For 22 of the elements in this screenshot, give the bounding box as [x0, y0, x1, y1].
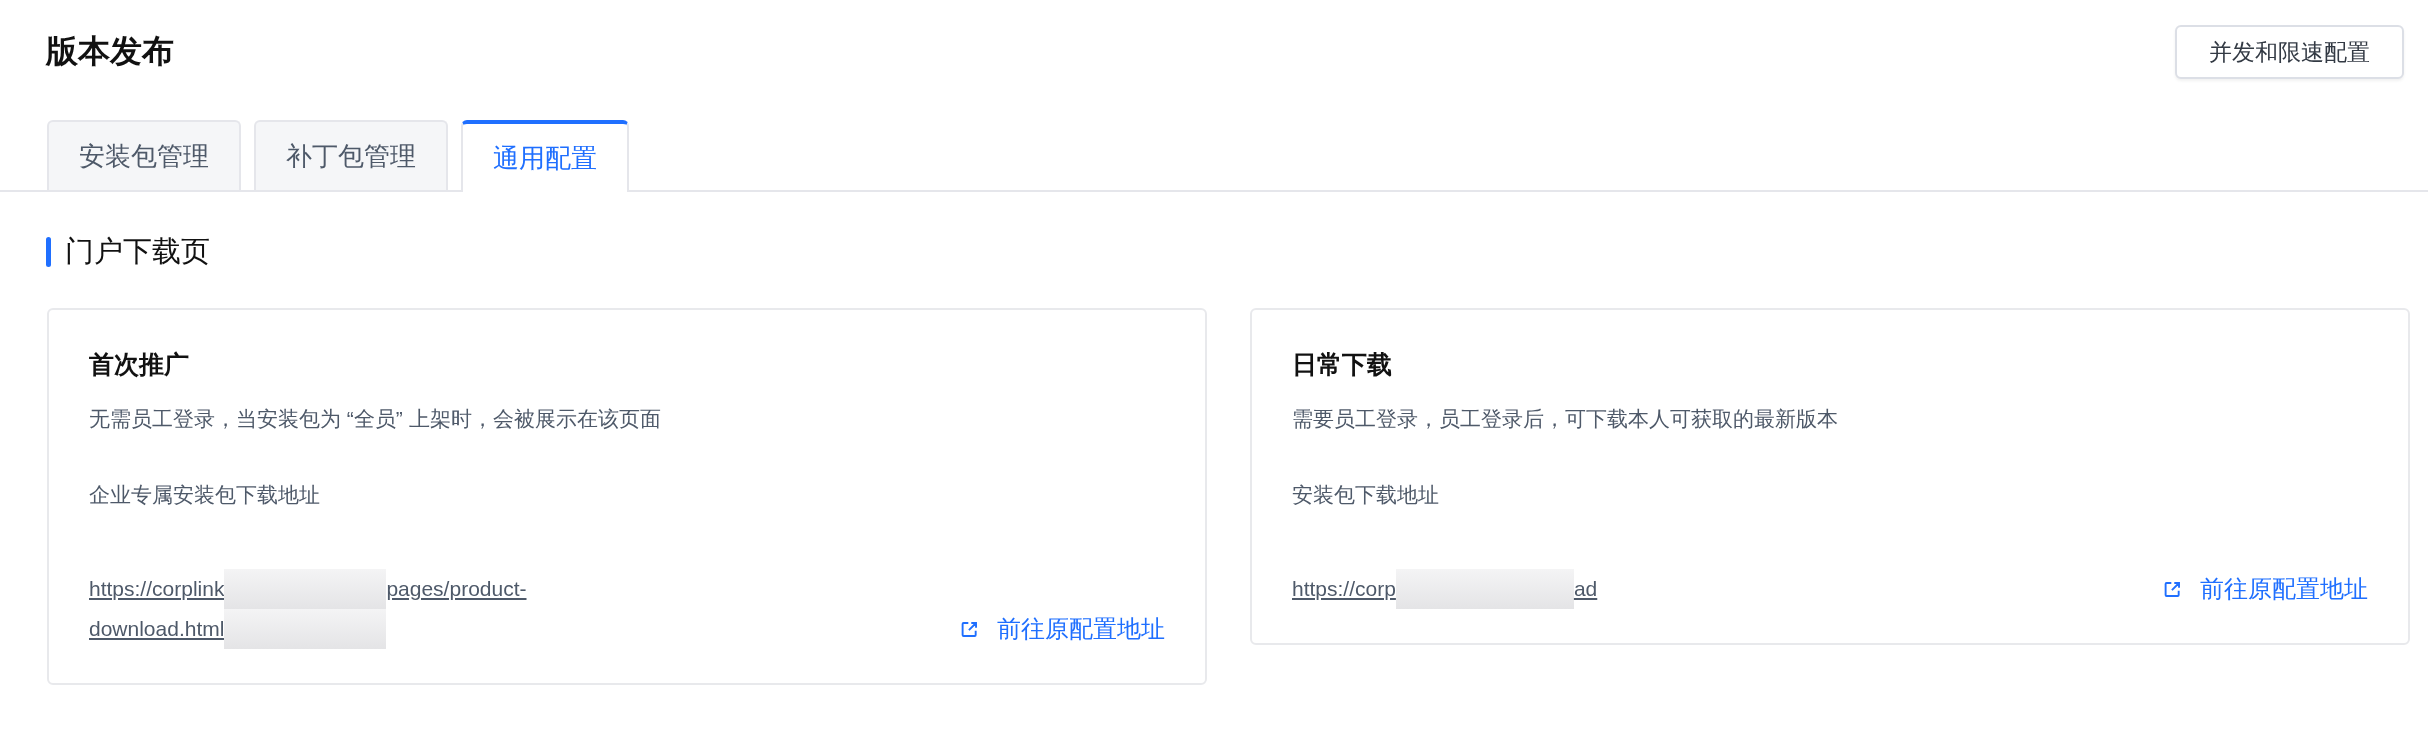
download-link[interactable]: ad: [1573, 577, 1598, 601]
card-title: 日常下载: [1292, 349, 1393, 380]
external-link-icon: [960, 619, 979, 639]
url-label: 企业专属安装包下载地址: [89, 482, 321, 508]
url-label: 安装包下载地址: [1292, 482, 1440, 508]
download-link[interactable]: pages/product-: [386, 577, 527, 601]
rate-limit-button[interactable]: 并发和限速配置: [2175, 25, 2404, 79]
config-link[interactable]: 前往原配置地址: [2163, 569, 2368, 609]
tab[interactable]: 安装包管理: [47, 120, 241, 190]
download-link[interactable]: https://corp: [1292, 577, 1396, 601]
download-link[interactable]: https://corplink: [89, 577, 225, 601]
card-description: 需要员工登录，员工登录后，可下载本人可获取的最新版本: [1292, 406, 1839, 432]
tab[interactable]: 补丁包管理: [254, 120, 448, 190]
card-description: 无需员工登录，当安装包为 “全员” 上架时，会被展示在该页面: [89, 406, 662, 432]
page-title: 版本发布: [46, 32, 174, 71]
section-title: 门户下载页: [65, 234, 210, 269]
card-title: 首次推广: [89, 349, 190, 380]
config-link[interactable]: 前往原配置地址: [960, 609, 1165, 649]
download-link[interactable]: download.html: [89, 617, 225, 641]
section-marker: [46, 237, 51, 267]
tab[interactable]: 通用配置: [461, 120, 629, 192]
external-link-icon: [2163, 579, 2182, 599]
